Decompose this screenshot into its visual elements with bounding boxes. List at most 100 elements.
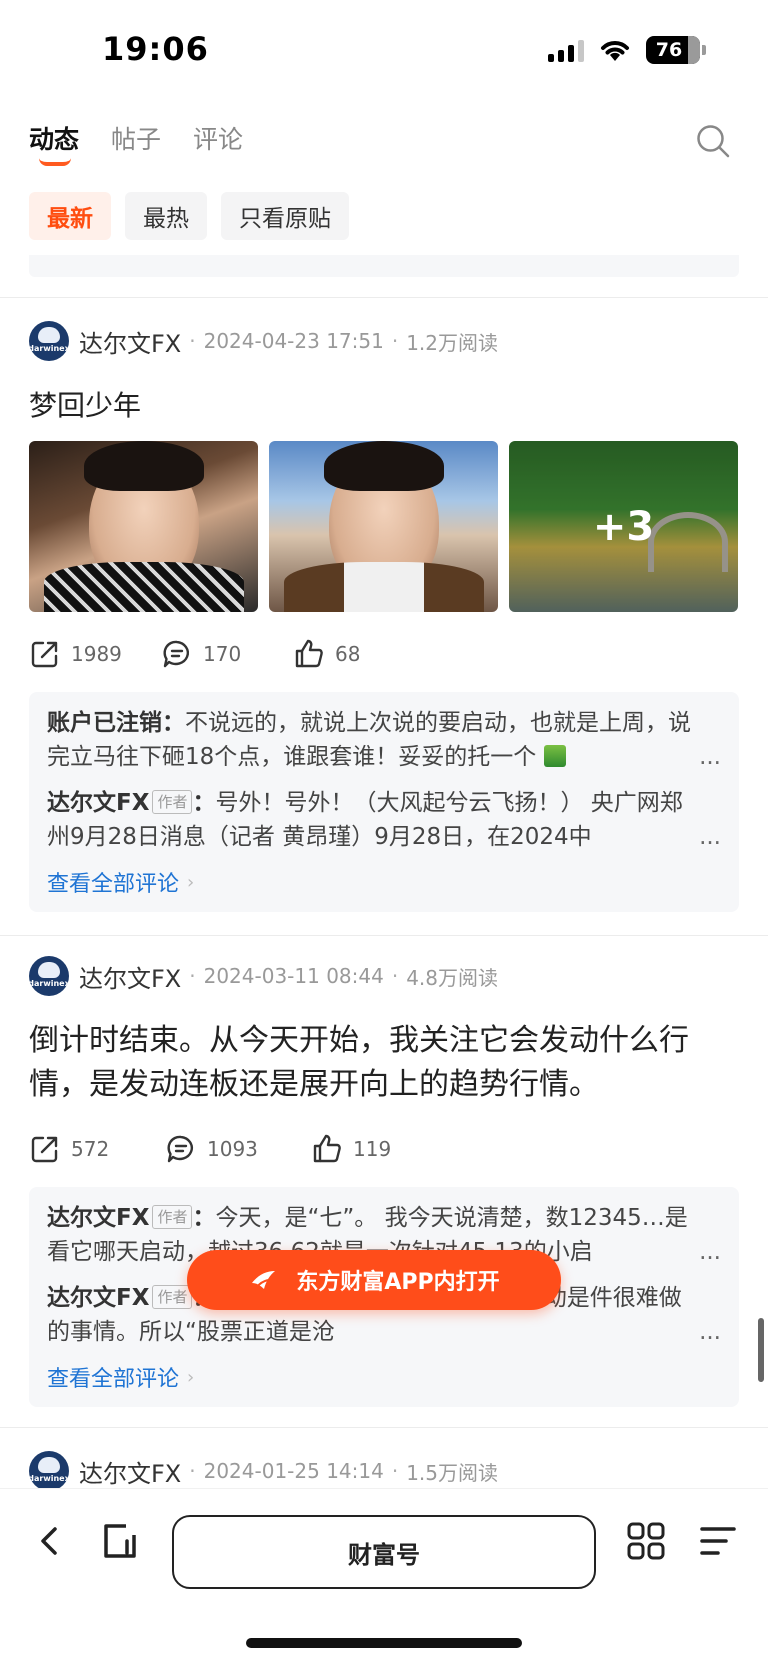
author-tag: 作者 bbox=[152, 1205, 193, 1229]
eastmoney-logo-icon bbox=[252, 1271, 276, 1289]
more-images-count: +3 bbox=[509, 441, 738, 613]
meta-separator: · bbox=[391, 964, 399, 988]
meta-separator: · bbox=[189, 1459, 196, 1483]
open-in-app-label: 东方财富APP内打开 bbox=[296, 1270, 500, 1295]
filter-original-only[interactable]: 只看原贴 bbox=[221, 192, 349, 240]
see-all-label: 查看全部评论 bbox=[47, 1367, 180, 1392]
grass-emoji-icon bbox=[543, 745, 566, 768]
tab-dynamics[interactable]: 动态 bbox=[29, 120, 80, 166]
comment-preview: 账户已注销：不说远的，就说上次说的要启动，也就是上周，说完立马往下砸18个点，谁… bbox=[29, 692, 739, 913]
like-button[interactable]: 119 bbox=[311, 1133, 443, 1165]
see-all-label: 查看全部评论 bbox=[47, 872, 180, 898]
post-card[interactable]: darwinex 达尔文FX · 2024-01-25 14:14 · 1.5万… bbox=[29, 1450, 739, 1492]
author-tag: 作者 bbox=[152, 790, 193, 815]
comment-item[interactable]: 账户已注销：不说远的，就说上次说的要启动，也就是上周，说完立马往下砸18个点，谁… bbox=[47, 706, 721, 775]
post-actions: 1989 170 68 bbox=[29, 638, 739, 670]
post-card[interactable]: darwinex 达尔文FX · 2024-03-11 08:44 · 4.8万… bbox=[29, 955, 739, 1407]
post-image[interactable] bbox=[269, 441, 498, 613]
search-icon[interactable] bbox=[696, 124, 730, 158]
post-title[interactable]: 梦回少年 bbox=[29, 384, 739, 427]
previous-post-comments-tail bbox=[29, 255, 739, 277]
tab-comments-label: 评论 bbox=[193, 125, 244, 154]
open-in-app-button[interactable]: 东方财富APP内打开 bbox=[187, 1250, 561, 1310]
meta-separator: · bbox=[189, 329, 196, 353]
post-images: +3 bbox=[29, 441, 739, 613]
avatar[interactable]: darwinex bbox=[29, 321, 69, 361]
filter-chips: 最新 最热 只看原贴 bbox=[29, 192, 349, 240]
post-card[interactable]: darwinex 达尔文FX · 2024-04-23 17:51 · 1.2万… bbox=[29, 320, 739, 913]
thumbs-up-icon bbox=[313, 1134, 341, 1163]
comment-icon bbox=[167, 1135, 193, 1163]
comment-ellipsis: ... bbox=[695, 820, 721, 855]
post-divider bbox=[0, 297, 768, 298]
post-title[interactable]: 倒计时结束。从今天开始，我关注它会发动什么行情，是发动连板还是展开向上的趋势行情… bbox=[29, 1019, 739, 1107]
author-tag: 作者 bbox=[152, 1285, 193, 1309]
home-indicator[interactable] bbox=[246, 1638, 522, 1648]
meta-separator: · bbox=[391, 1459, 399, 1483]
post-actions: 572 1093 119 bbox=[29, 1133, 739, 1165]
tab-comments[interactable]: 评论 bbox=[193, 120, 243, 156]
tab-posts[interactable]: 帖子 bbox=[111, 120, 161, 156]
comment-button[interactable]: 170 bbox=[161, 638, 293, 670]
see-all-comments-link[interactable]: 查看全部评论 › bbox=[47, 1361, 721, 1393]
comment-item[interactable]: 达尔文FX 作者 ：号外！号外！（大风起兮云飞扬！） 央广网郑州9月28日消息（记者… bbox=[47, 786, 721, 855]
read-count: 1.2万阅读 bbox=[406, 330, 499, 355]
author-name[interactable]: 达尔文FX bbox=[79, 1454, 181, 1489]
comment-count: 1093 bbox=[207, 1137, 258, 1161]
grid-menu-icon[interactable] bbox=[626, 1521, 666, 1561]
filter-latest[interactable]: 最新 bbox=[29, 192, 111, 240]
commenter-name: 达尔文FX bbox=[47, 1285, 150, 1311]
chevron-right-icon: › bbox=[187, 871, 195, 893]
status-bar: 19:06 76 bbox=[0, 0, 768, 100]
like-button[interactable]: 68 bbox=[293, 638, 425, 670]
comment-count: 170 bbox=[203, 642, 242, 667]
back-icon[interactable] bbox=[30, 1521, 70, 1561]
commenter-name: 达尔文FX bbox=[47, 790, 150, 817]
scrollbar[interactable] bbox=[758, 1318, 764, 1382]
share-button[interactable]: 572 bbox=[29, 1133, 165, 1165]
comment-ellipsis: ... bbox=[695, 1315, 721, 1349]
cellular-signal-icon bbox=[548, 38, 584, 62]
status-time: 19:06 bbox=[102, 30, 209, 68]
avatar[interactable]: darwinex bbox=[29, 956, 69, 996]
share-icon bbox=[31, 642, 58, 668]
comment-ellipsis: ... bbox=[695, 1235, 721, 1269]
like-count: 68 bbox=[335, 642, 361, 667]
filter-hottest[interactable]: 最热 bbox=[125, 192, 207, 240]
tab-dynamics-label: 动态 bbox=[29, 125, 80, 154]
author-name[interactable]: 达尔文FX bbox=[79, 324, 181, 359]
post-meta: darwinex 达尔文FX · 2024-01-25 14:14 · 1.5万… bbox=[29, 1450, 739, 1492]
avatar-text: darwinex bbox=[29, 344, 69, 353]
post-divider bbox=[0, 935, 768, 936]
post-meta: darwinex 达尔文FX · 2024-03-11 08:44 · 4.8万… bbox=[29, 955, 739, 997]
comment-icon bbox=[163, 641, 189, 668]
post-image[interactable] bbox=[29, 441, 258, 613]
menu-icon[interactable] bbox=[698, 1521, 738, 1561]
avatar[interactable]: darwinex bbox=[29, 1451, 69, 1491]
post-date: 2024-04-23 17:51 bbox=[203, 329, 384, 353]
address-bar-title: 财富号 bbox=[348, 1540, 420, 1569]
share-count: 1989 bbox=[71, 642, 122, 667]
post-image[interactable]: +3 bbox=[509, 441, 738, 613]
author-name[interactable]: 达尔文FX bbox=[79, 959, 181, 994]
avatar-text: darwinex bbox=[29, 979, 69, 988]
comment-ellipsis: ... bbox=[695, 740, 721, 775]
top-tabs: 动态 帖子 评论 bbox=[29, 120, 243, 166]
commenter-name: 账户已注销 bbox=[47, 710, 162, 737]
wifi-icon bbox=[601, 41, 629, 61]
thumbs-up-icon bbox=[295, 640, 323, 668]
post-date: 2024-03-11 08:44 bbox=[203, 964, 384, 988]
post-meta: darwinex 达尔文FX · 2024-04-23 17:51 · 1.2万… bbox=[29, 320, 739, 362]
address-bar[interactable]: 财富号 bbox=[172, 1515, 596, 1589]
comment-button[interactable]: 1093 bbox=[165, 1133, 311, 1165]
read-count: 1.5万阅读 bbox=[406, 1460, 499, 1485]
share-count: 572 bbox=[71, 1137, 110, 1161]
commenter-name: 达尔文FX bbox=[47, 1205, 150, 1231]
battery-icon: 76 bbox=[646, 36, 700, 64]
meta-separator: · bbox=[189, 964, 196, 988]
tab-posts-label: 帖子 bbox=[111, 125, 162, 154]
like-count: 119 bbox=[353, 1137, 392, 1161]
tabs-icon[interactable] bbox=[100, 1521, 140, 1561]
share-button[interactable]: 1989 bbox=[29, 638, 161, 670]
see-all-comments-link[interactable]: 查看全部评论 › bbox=[47, 866, 721, 898]
